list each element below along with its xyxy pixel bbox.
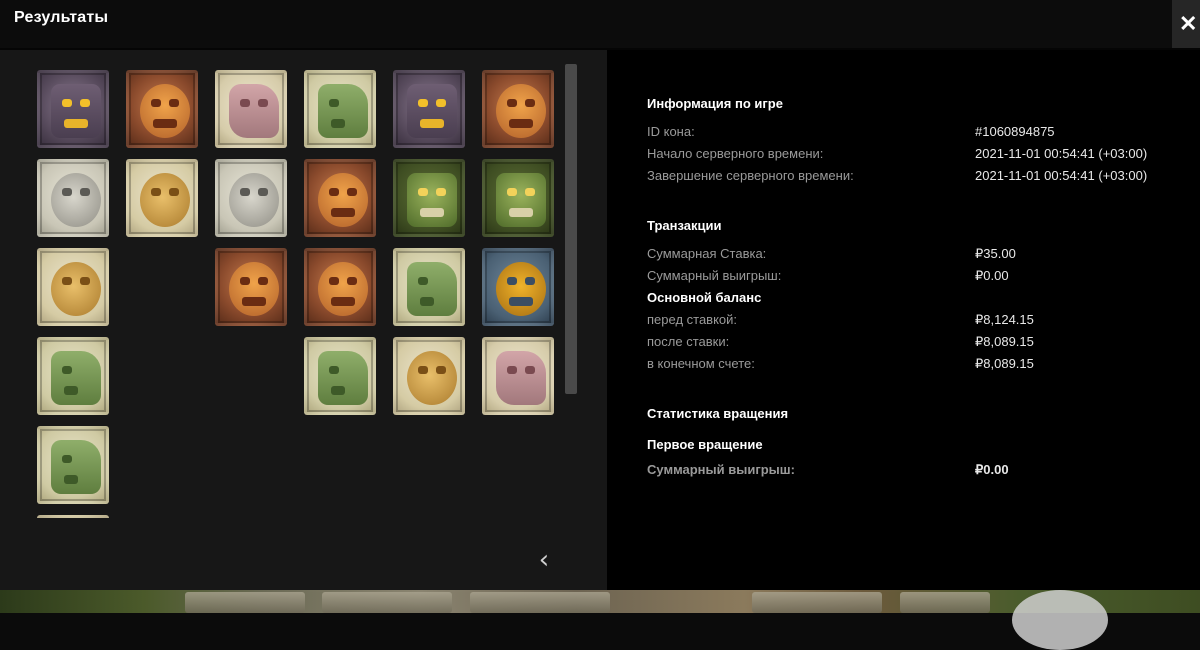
reel-symbol-green-mask bbox=[393, 159, 465, 237]
reel-symbol-orange-mask bbox=[482, 70, 554, 148]
prev-round-button[interactable]: ‹ bbox=[532, 545, 556, 575]
info-label: Суммарный выигрыш: bbox=[647, 268, 782, 283]
info-label: Суммарная Ставка: bbox=[647, 246, 767, 261]
main-balance-title: Основной баланс bbox=[647, 290, 762, 305]
gold-serpent-icon bbox=[393, 337, 465, 415]
background-game-scene bbox=[0, 590, 1200, 650]
reel-symbol-orange-mask bbox=[304, 248, 376, 326]
info-value: ₽8,089.15 bbox=[975, 334, 1034, 349]
green-head-icon bbox=[304, 337, 376, 415]
page-title: Результаты bbox=[14, 9, 109, 26]
background-tile bbox=[322, 592, 452, 613]
orange-mask-icon bbox=[304, 159, 376, 237]
reel-symbol-orange-mask bbox=[126, 70, 198, 148]
purple-mask-icon bbox=[37, 70, 109, 148]
info-label: после ставки: bbox=[647, 334, 730, 349]
orange-mask-icon bbox=[304, 248, 376, 326]
info-label: Завершение серверного времени: bbox=[647, 168, 854, 183]
reel-symbol-green-mask bbox=[482, 159, 554, 237]
orange-mask-icon bbox=[215, 248, 287, 326]
pink-head-icon bbox=[215, 70, 287, 148]
chevron-left-icon: ‹ bbox=[538, 545, 550, 575]
green-mask-icon bbox=[393, 159, 465, 237]
green-mask-icon bbox=[482, 159, 554, 237]
silver-bird-icon bbox=[37, 159, 109, 237]
info-value: ₽8,124.15 bbox=[975, 312, 1034, 327]
game-info-title: Информация по игре bbox=[647, 96, 783, 111]
green-head-icon bbox=[393, 248, 465, 326]
reel-symbol-green-head bbox=[304, 70, 376, 148]
close-icon: ✕ bbox=[1179, 11, 1198, 36]
background-tile bbox=[185, 592, 305, 613]
reel-symbol-orange-mask bbox=[215, 248, 287, 326]
background-tile bbox=[900, 592, 990, 613]
reel-symbol-blue-mask bbox=[482, 248, 554, 326]
info-value: ₽8,089.15 bbox=[975, 356, 1034, 371]
info-label: Суммарный выигрыш: bbox=[647, 462, 795, 477]
info-value: #1060894875 bbox=[975, 124, 1055, 139]
reel-symbol-pink-head bbox=[215, 70, 287, 148]
purple-mask-icon bbox=[393, 70, 465, 148]
reel-symbol-orange-mask bbox=[304, 159, 376, 237]
reels-scrollbar[interactable] bbox=[565, 64, 577, 394]
info-label: перед ставкой: bbox=[647, 312, 738, 327]
reel-symbol-silver-bird bbox=[37, 159, 109, 237]
reel-symbol-green-head bbox=[304, 337, 376, 415]
pink-head-icon bbox=[482, 337, 554, 415]
reel-symbol-gold-serpent bbox=[37, 248, 109, 326]
spin-stats-title: Статистика вращения bbox=[647, 406, 789, 421]
reel-symbol-gold-serpent bbox=[37, 515, 109, 518]
info-value: ₽0.00 bbox=[975, 462, 1009, 477]
reels-panel bbox=[0, 50, 607, 590]
info-value: ₽35.00 bbox=[975, 246, 1016, 261]
info-label: Начало серверного времени: bbox=[647, 146, 824, 161]
background-tile bbox=[470, 592, 610, 613]
reel-symbol-silver-bird bbox=[215, 159, 287, 237]
reel-symbol-purple-mask bbox=[37, 70, 109, 148]
reel-symbol-green-head bbox=[37, 426, 109, 504]
reel-symbol-purple-mask bbox=[393, 70, 465, 148]
close-button[interactable]: ✕ bbox=[1172, 0, 1200, 48]
first-spin-title: Первое вращение bbox=[647, 437, 763, 452]
info-value: ₽0.00 bbox=[975, 268, 1009, 283]
blue-mask-icon bbox=[482, 248, 554, 326]
gold-serpent-icon bbox=[37, 515, 109, 518]
reel-symbol-green-head bbox=[393, 248, 465, 326]
gold-serpent-icon bbox=[126, 159, 198, 237]
background-disc bbox=[1012, 590, 1108, 650]
reels-grid bbox=[30, 62, 560, 518]
info-label: ID кона: bbox=[647, 124, 695, 139]
reel-symbol-gold-serpent bbox=[126, 159, 198, 237]
info-value: 2021-11-01 00:54:41 (+03:00) bbox=[975, 168, 1148, 183]
green-head-icon bbox=[37, 337, 109, 415]
green-head-icon bbox=[37, 426, 109, 504]
transactions-title: Транзакции bbox=[647, 218, 722, 233]
silver-bird-icon bbox=[215, 159, 287, 237]
green-head-icon bbox=[304, 70, 376, 148]
reel-symbol-green-head bbox=[37, 337, 109, 415]
orange-mask-icon bbox=[126, 70, 198, 148]
info-value: 2021-11-01 00:54:41 (+03:00) bbox=[975, 146, 1148, 161]
results-header: Результаты ✕ bbox=[0, 0, 1200, 50]
gold-serpent-icon bbox=[37, 248, 109, 326]
reel-symbol-gold-serpent bbox=[393, 337, 465, 415]
info-label: в конечном счете: bbox=[647, 356, 755, 371]
reel-symbol-pink-head bbox=[482, 337, 554, 415]
round-details-panel: Информация по игре ID кона: #1060894875 … bbox=[607, 50, 1200, 590]
orange-mask-icon bbox=[482, 70, 554, 148]
background-tile bbox=[752, 592, 882, 613]
